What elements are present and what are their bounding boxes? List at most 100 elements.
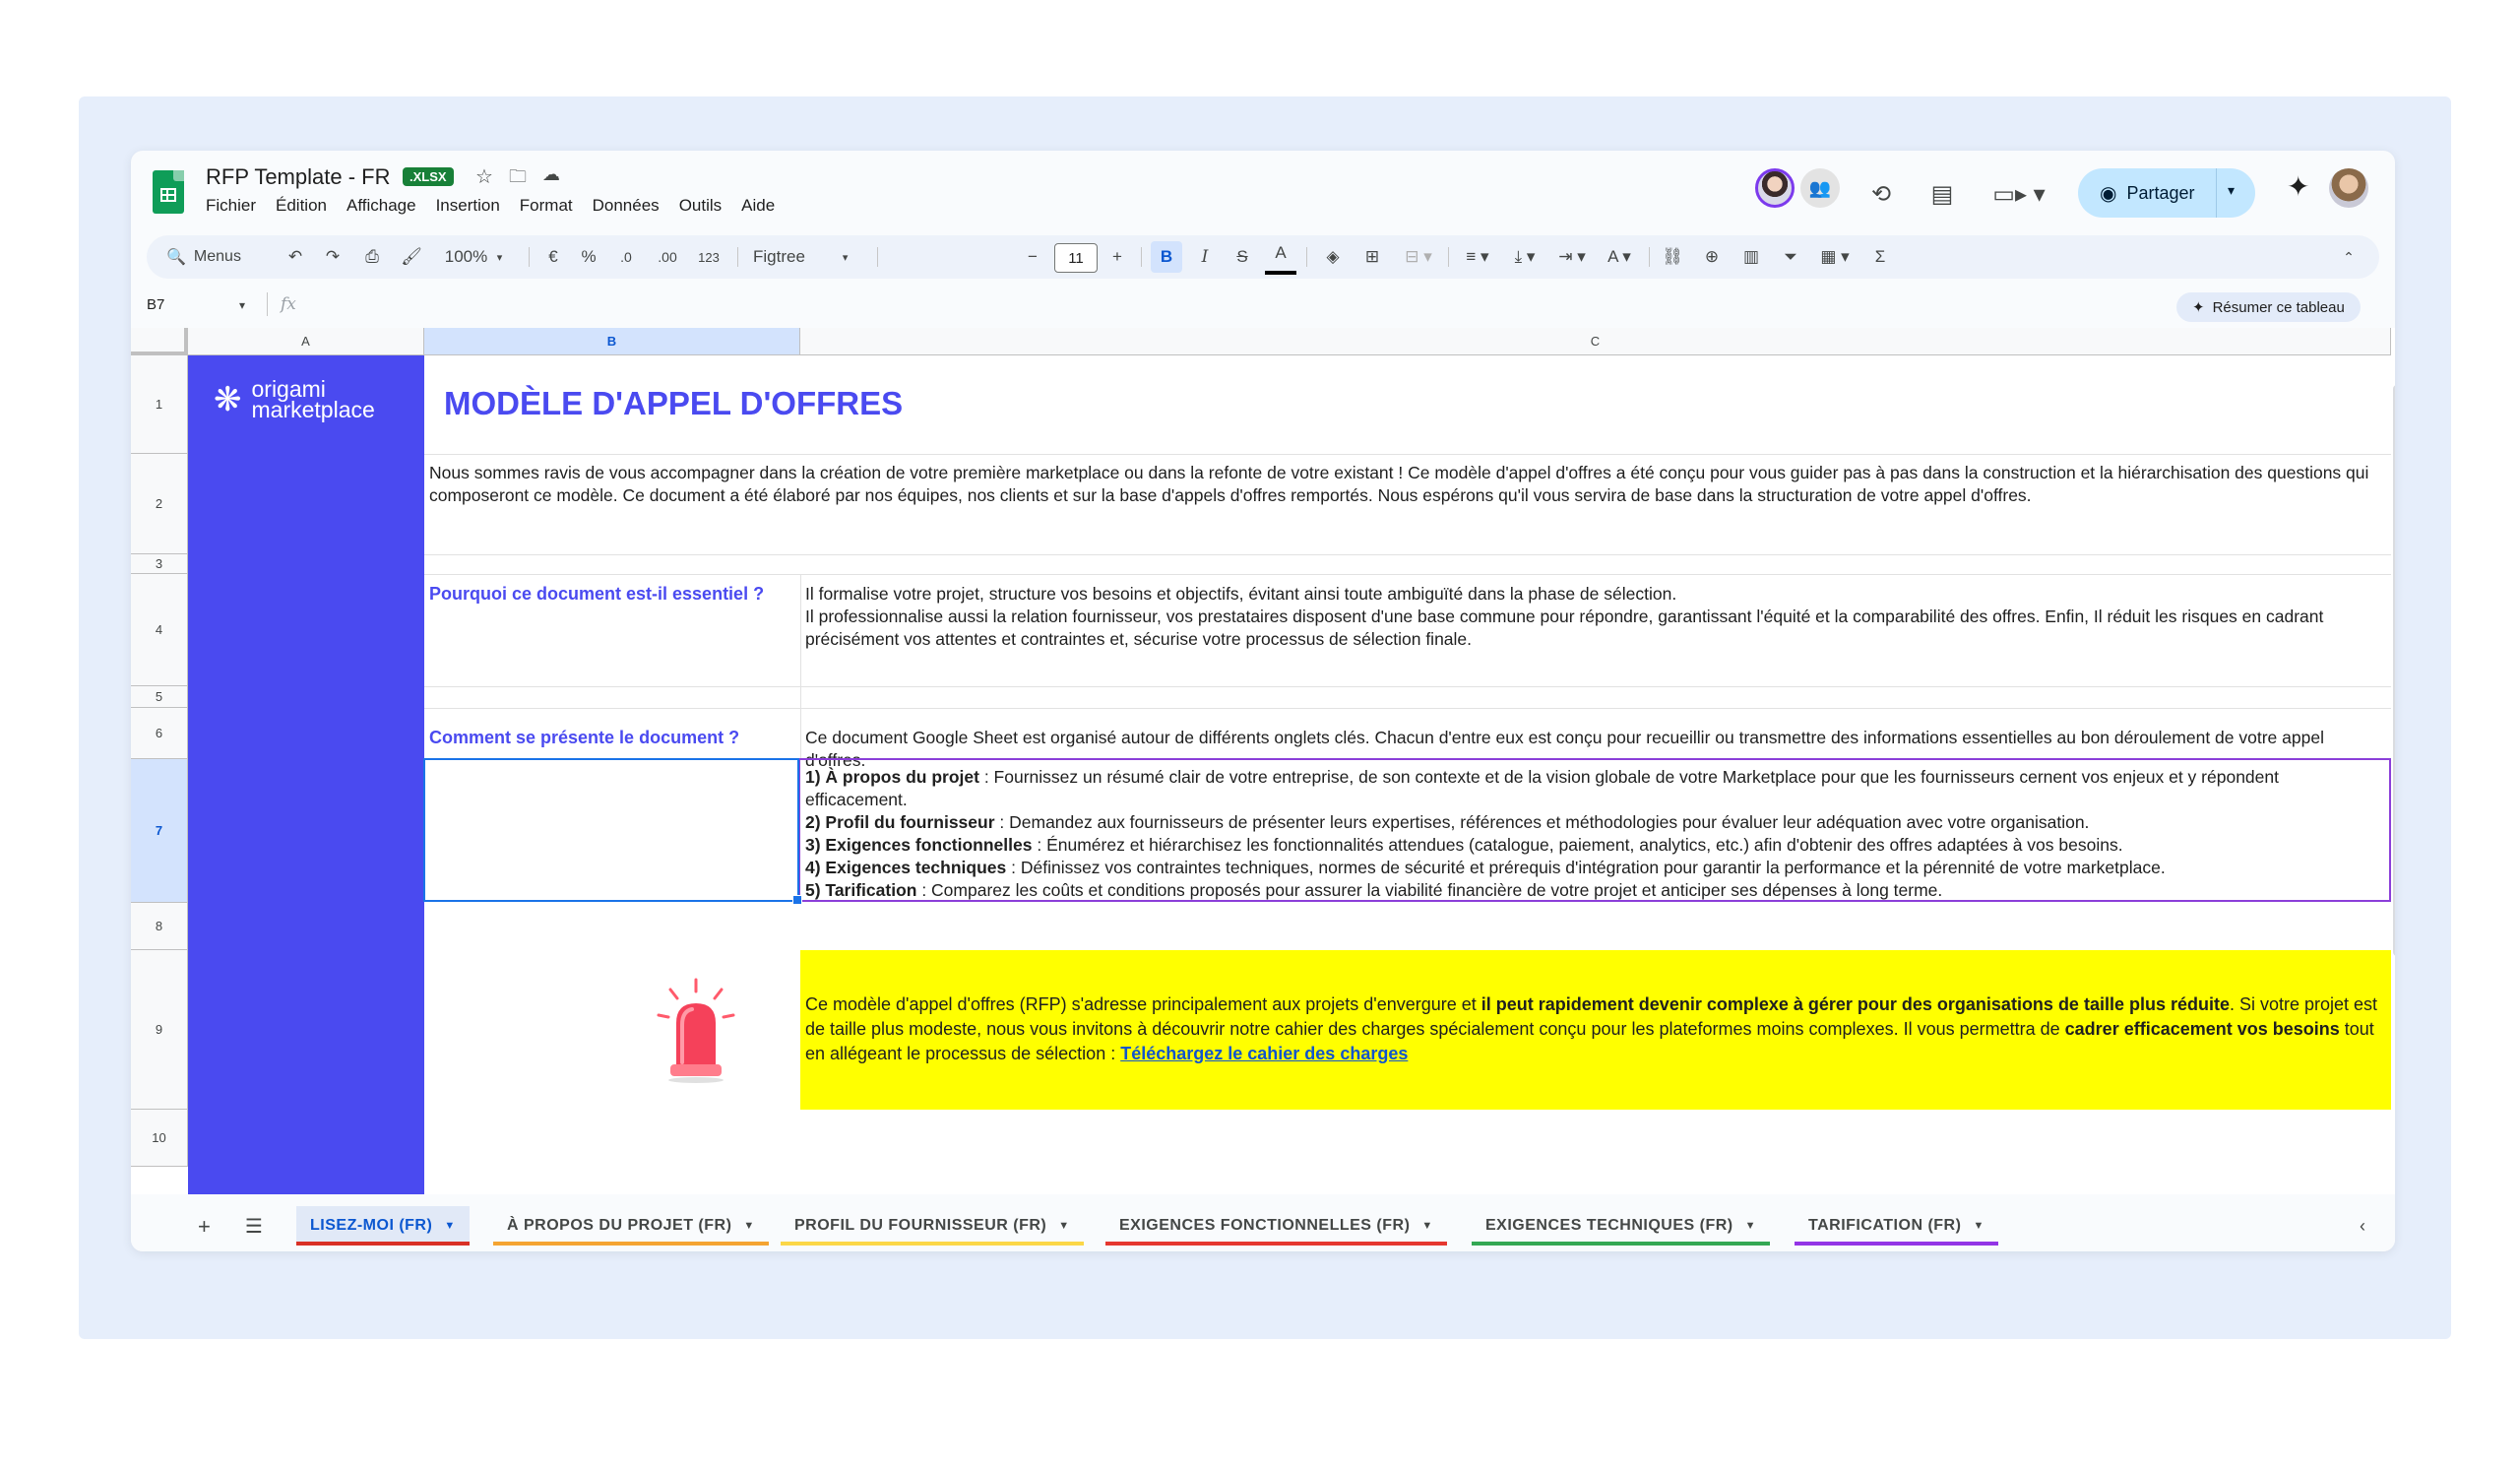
row-header-8[interactable]: 8 [131, 903, 188, 950]
number-format-button[interactable]: 123 [692, 235, 725, 279]
menu-affichage[interactable]: Affichage [346, 196, 416, 216]
merge-cells-icon[interactable]: ⊟ ▾ [1397, 235, 1440, 279]
menu-fichier[interactable]: Fichier [206, 196, 256, 216]
text-rotation-icon[interactable]: A ▾ [1598, 235, 1641, 279]
insert-chart-icon[interactable]: ▥ [1735, 235, 1767, 279]
column-header-a[interactable]: A [188, 328, 424, 355]
summarize-table-button[interactable]: ✦ Résumer ce tableau [2176, 292, 2361, 322]
share-button[interactable]: ◉ Partager ▾ [2078, 168, 2255, 218]
gemini-spark-icon[interactable]: ✦ [2287, 170, 2309, 203]
share-dropdown-icon[interactable]: ▾ [2228, 182, 2235, 199]
chevron-down-icon[interactable]: ▼ [1421, 1220, 1432, 1232]
chevron-down-icon[interactable]: ▼ [1745, 1220, 1756, 1232]
comments-icon[interactable]: ▤ [1922, 174, 1962, 214]
undo-icon[interactable]: ↶ [281, 235, 310, 279]
menus-search[interactable]: 🔍 Menus [155, 241, 265, 273]
name-box-dropdown-icon[interactable]: ▾ [239, 298, 245, 312]
redo-icon[interactable]: ↷ [318, 235, 347, 279]
currency-format-button[interactable]: € [540, 235, 566, 279]
tab-a-propos-du-projet[interactable]: À PROPOS DU PROJET (FR) ▼ [493, 1206, 769, 1246]
tab-exigences-techniques[interactable]: EXIGENCES TECHNIQUES (FR) ▼ [1472, 1206, 1771, 1246]
insert-comment-icon[interactable]: ⊕ [1696, 235, 1728, 279]
file-format-badge: .XLSX [403, 167, 454, 186]
font-select[interactable]: Figtree ▾ [753, 235, 867, 279]
vertical-scrollbar[interactable] [2393, 355, 2395, 1173]
paint-format-icon[interactable]: 🖌 [397, 235, 426, 279]
menu-donnees[interactable]: Données [593, 196, 660, 216]
bold-button[interactable]: B [1151, 241, 1182, 273]
row-header-4[interactable]: 4 [131, 574, 188, 686]
filter-icon[interactable]: ⏷ [1775, 235, 1806, 279]
chevron-down-icon[interactable]: ▼ [743, 1220, 754, 1232]
account-avatar[interactable] [2329, 168, 2368, 208]
filter-views-icon[interactable]: ▦ ▾ [1810, 235, 1859, 279]
tab-color-bar [1472, 1242, 1771, 1246]
zoom-value: 100% [444, 247, 488, 266]
font-size-input[interactable]: 11 [1054, 243, 1098, 273]
name-box[interactable]: B7 [147, 296, 164, 313]
text-color-button[interactable]: A [1265, 235, 1296, 275]
row-header-1[interactable]: 1 [131, 355, 188, 454]
chevron-down-icon[interactable]: ▼ [444, 1220, 455, 1232]
horizontal-align-icon[interactable]: ≡ ▾ [1456, 235, 1499, 279]
search-icon: 🔍 [166, 249, 186, 266]
version-history-icon[interactable]: ⟲ [1861, 174, 1901, 214]
row-header-9[interactable]: 9 [131, 950, 188, 1110]
add-sheet-icon[interactable]: + [198, 1214, 211, 1240]
italic-button[interactable]: I [1190, 235, 1220, 279]
print-icon[interactable]: ⎙ [357, 235, 387, 279]
fill-handle[interactable] [792, 895, 802, 905]
menu-aide[interactable]: Aide [741, 196, 775, 216]
meet-video-icon[interactable]: ▭▸ ▾ [1989, 174, 2048, 214]
selected-cell-b7[interactable] [423, 758, 802, 905]
borders-icon[interactable]: ⊞ [1357, 235, 1387, 279]
text-wrapping-icon[interactable]: ⇥ ▾ [1550, 235, 1594, 279]
percent-format-button[interactable]: % [576, 235, 601, 279]
tab-color-bar [296, 1242, 470, 1246]
spreadsheet-grid[interactable]: A B C 1 2 3 4 5 6 7 8 9 10 ❋ origami mark… [131, 328, 2395, 1194]
chevron-left-icon[interactable]: ‹ [2360, 1216, 2365, 1237]
increase-font-size-button[interactable]: + [1103, 235, 1131, 279]
collaborators-icon[interactable]: 👥 [1800, 168, 1840, 208]
document-title[interactable]: RFP Template - FR [206, 164, 390, 190]
sheets-logo-icon[interactable] [153, 170, 184, 214]
row-header-5[interactable]: 5 [131, 686, 188, 708]
row-header-6[interactable]: 6 [131, 708, 188, 759]
strikethrough-button[interactable]: S [1228, 235, 1257, 279]
row-header-3[interactable]: 3 [131, 554, 188, 574]
row-header-10[interactable]: 10 [131, 1110, 188, 1167]
chevron-down-icon[interactable]: ▼ [1058, 1220, 1069, 1232]
insert-link-icon[interactable]: ⛓ [1657, 235, 1688, 279]
chevron-down-icon[interactable]: ▼ [1973, 1220, 1984, 1232]
menu-outils[interactable]: Outils [679, 196, 722, 216]
menu-format[interactable]: Format [520, 196, 573, 216]
collaborator-avatar[interactable] [1755, 168, 1795, 208]
fill-color-icon[interactable]: ◈ [1318, 235, 1348, 279]
decrease-font-size-button[interactable]: − [1019, 235, 1046, 279]
sheets-window: RFP Template - FR .XLSX ☆ 🗀 ☁ Fichier Éd… [131, 151, 2395, 1251]
tab-tarification[interactable]: TARIFICATION (FR) ▼ [1795, 1206, 1998, 1246]
select-all-corner[interactable] [131, 328, 188, 355]
functions-button[interactable]: Σ [1865, 235, 1895, 279]
zoom-select[interactable]: 100% ▾ [434, 235, 513, 279]
row-header-7[interactable]: 7 [131, 759, 188, 903]
cloud-status-icon[interactable]: ☁ [542, 164, 560, 185]
scrollbar-thumb[interactable] [2393, 385, 2395, 956]
star-icon[interactable]: ☆ [475, 164, 493, 189]
column-header-c[interactable]: C [800, 328, 2391, 355]
menu-insertion[interactable]: Insertion [436, 196, 500, 216]
vertical-align-icon[interactable]: ⤓ ▾ [1503, 235, 1546, 279]
move-folder-icon[interactable]: 🗀 [509, 164, 527, 194]
column-header-b[interactable]: B [424, 328, 800, 355]
decrease-decimal-button[interactable]: .0 [611, 235, 641, 279]
row-header-2[interactable]: 2 [131, 454, 188, 554]
all-sheets-icon[interactable]: ☰ [245, 1214, 263, 1239]
tab-profil-du-fournisseur[interactable]: PROFIL DU FOURNISSEUR (FR) ▼ [781, 1206, 1084, 1246]
collapse-toolbar-icon[interactable]: ⌃ [2334, 235, 2363, 279]
increase-decimal-button[interactable]: .00 [651, 235, 684, 279]
menus-search-label: Menus [193, 248, 241, 265]
download-spec-link[interactable]: Téléchargez le cahier des charges [1120, 1044, 1408, 1063]
tab-exigences-fonctionnelles[interactable]: EXIGENCES FONCTIONNELLES (FR) ▼ [1105, 1206, 1447, 1246]
tab-lisez-moi[interactable]: LISEZ-MOI (FR) ▼ [296, 1206, 470, 1246]
menu-edition[interactable]: Édition [276, 196, 327, 216]
